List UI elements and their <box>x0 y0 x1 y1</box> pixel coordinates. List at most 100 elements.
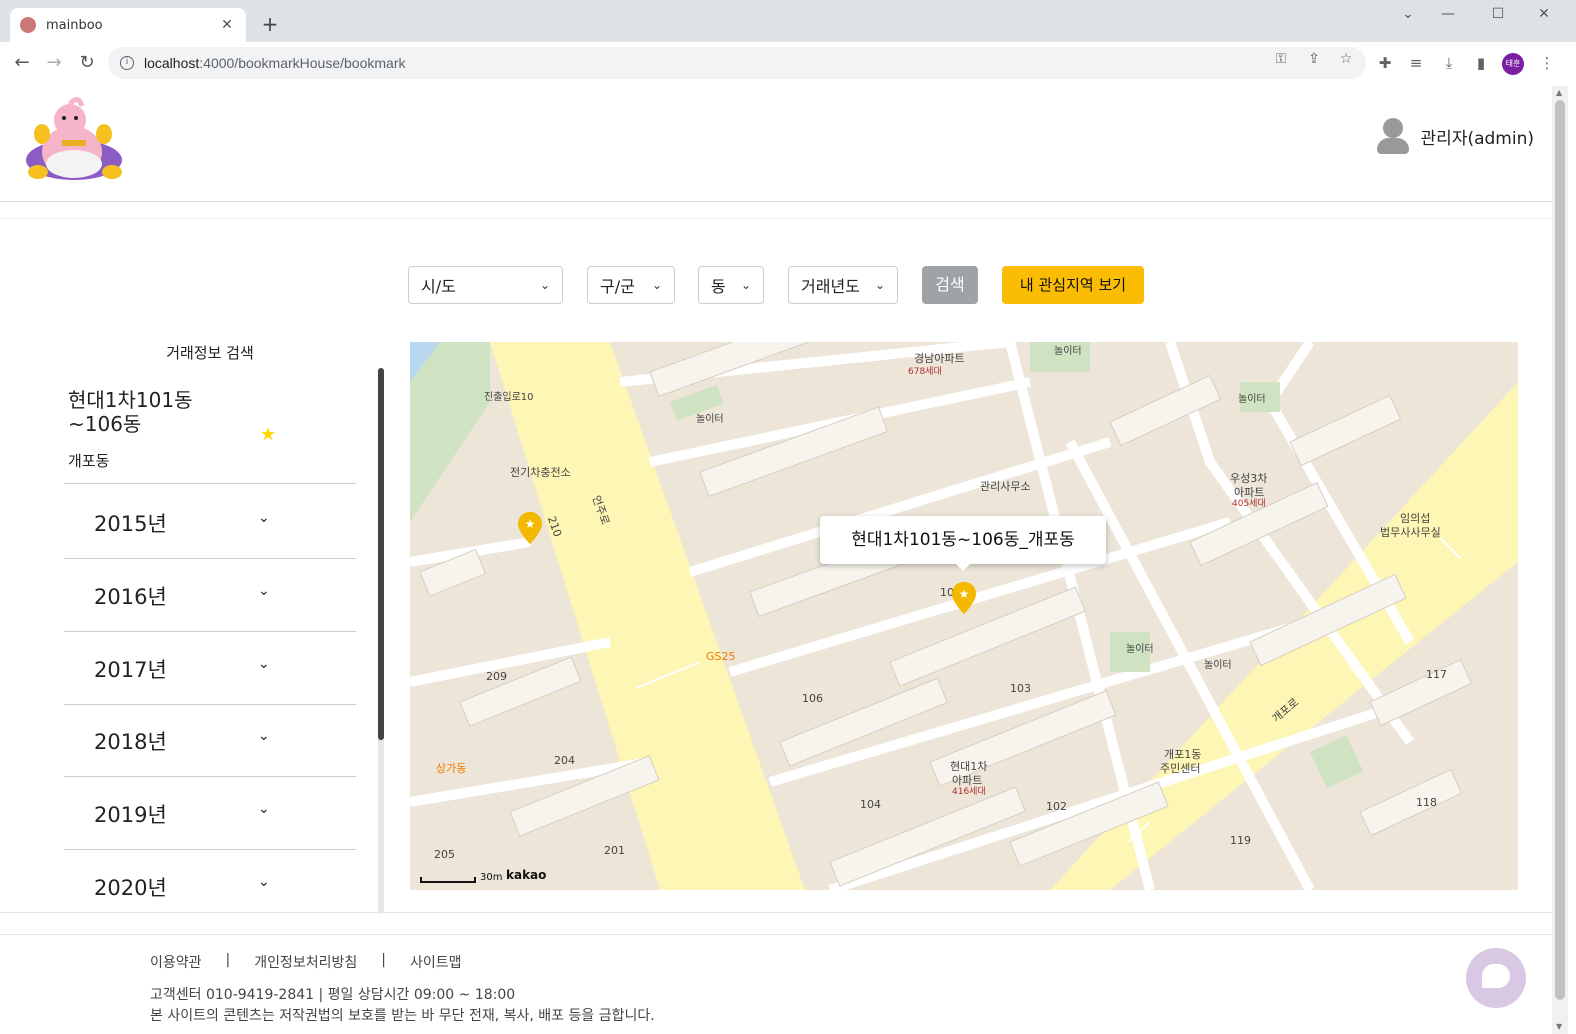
map-scale: 30m <box>420 872 502 883</box>
address-bar[interactable]: i localhost :4000/bookmarkHouse/bookmark <box>108 47 1366 79</box>
new-tab-button[interactable]: + <box>258 12 282 36</box>
map-label-playground: 놀이터 <box>1126 644 1154 655</box>
extensions-icon[interactable]: ✚ <box>1374 54 1396 72</box>
deal-sidebar: 거래정보 검색 현대1차101동~106동 개포동 ★ 2015년 ⌄ 2016… <box>60 338 390 914</box>
footer-link-privacy[interactable]: 개인정보처리방침 <box>254 952 357 972</box>
sido-select[interactable]: 시/도 ⌄ <box>408 266 563 304</box>
gugun-select-value: 구/군 <box>600 277 635 296</box>
map-marker-icon[interactable]: ★ <box>952 582 976 614</box>
map-view[interactable]: 경남아파트 678세대 놀이터 놀이터 놀이터 놀이터 놀이터 진출입로10 전… <box>410 342 1518 890</box>
map-label-law-office: 법무사사무실 <box>1380 526 1441 539</box>
year-label: 2019년 <box>94 803 167 827</box>
menu-icon[interactable]: ⋮ <box>1536 54 1558 72</box>
year-row[interactable]: 2019년 ⌄ <box>64 777 356 850</box>
close-window-button[interactable]: ✕ <box>1532 6 1556 22</box>
footer-separator: | <box>225 952 231 968</box>
user-menu[interactable]: 관리자(admin) <box>1375 116 1534 156</box>
map-label-b106: 106 <box>802 692 823 705</box>
divider <box>0 218 1552 219</box>
map-label-b118: 118 <box>1416 796 1437 809</box>
chevron-down-icon: ⌄ <box>258 583 270 599</box>
map-label-hyundai-units: 416세대 <box>952 787 986 797</box>
side-panel-icon[interactable]: ▮ <box>1470 54 1492 72</box>
apartment-dong: 개포동 <box>68 452 110 470</box>
chevron-down-icon: ⌄ <box>258 656 270 672</box>
minimize-button[interactable]: — <box>1436 6 1460 22</box>
year-row[interactable]: 2015년 ⌄ <box>64 486 356 559</box>
map-label-jinchul: 진출입로10 <box>484 392 534 403</box>
browser-tab[interactable]: mainboo ✕ <box>10 8 246 42</box>
map-label-woosung-units: 405세대 <box>1232 499 1266 509</box>
year-row[interactable]: 2016년 ⌄ <box>64 559 356 632</box>
year-label: 2016년 <box>94 585 167 609</box>
year-label: 2015년 <box>94 512 167 536</box>
footer-link-terms[interactable]: 이용약관 <box>150 952 202 972</box>
site-header: 관리자(admin) <box>0 86 1552 202</box>
year-row[interactable]: 2018년 ⌄ <box>64 704 356 777</box>
map-label-playground: 놀이터 <box>1238 394 1266 405</box>
maximize-button[interactable]: ☐ <box>1486 6 1510 22</box>
map-label-ev-charge: 전기차충전소 <box>510 466 571 479</box>
year-row[interactable]: 2017년 ⌄ <box>64 632 356 705</box>
bookmark-star-icon[interactable]: ☆ <box>1336 51 1356 67</box>
search-button[interactable]: 검색 <box>922 266 978 304</box>
logo[interactable] <box>12 96 136 182</box>
chevron-down-icon: ⌄ <box>539 278 550 292</box>
map-base <box>410 342 1518 890</box>
chevron-down-icon: ⌄ <box>258 874 270 890</box>
my-area-button[interactable]: 내 관심지역 보기 <box>1002 266 1144 304</box>
bookmark-star-icon[interactable]: ★ <box>260 424 276 445</box>
tab-search-icon[interactable]: ⌄ <box>1396 6 1420 22</box>
url-path: :4000/bookmarkHouse/bookmark <box>199 55 406 71</box>
close-tab-icon[interactable]: ✕ <box>218 17 236 33</box>
tab-title: mainboo <box>46 17 103 33</box>
map-label-b209: 209 <box>486 670 507 683</box>
year-label: 2020년 <box>94 876 167 900</box>
year-label: 2018년 <box>94 730 167 754</box>
footer-contact: 고객센터 010-9419-2841 | 평일 상담시간 09:00 ~ 18:… <box>150 987 516 1003</box>
download-icon[interactable]: ⤓ <box>1438 54 1460 72</box>
dong-select-value: 동 <box>711 277 726 296</box>
map-label-shop: 상가동 <box>436 762 467 775</box>
user-icon <box>1375 116 1411 156</box>
reload-icon[interactable]: ↻ <box>75 52 99 73</box>
divider <box>0 912 1552 913</box>
chat-button[interactable] <box>1466 948 1526 1008</box>
map-label-center2: 주민센터 <box>1160 762 1201 775</box>
dong-select[interactable]: 동 ⌄ <box>698 266 764 304</box>
map-label-b103: 103 <box>1010 682 1031 695</box>
key-icon[interactable]: ⚿ <box>1271 51 1291 67</box>
chevron-down-icon: ⌄ <box>258 801 270 817</box>
footer-link-sitemap[interactable]: 사이트맵 <box>410 952 462 972</box>
user-name: 관리자(admin) <box>1420 128 1534 149</box>
map-label-b119: 119 <box>1230 834 1251 847</box>
gugun-select[interactable]: 구/군 ⌄ <box>587 266 675 304</box>
divider <box>0 934 1552 935</box>
year-select-value: 거래년도 <box>801 277 860 296</box>
back-icon[interactable]: ← <box>10 52 34 73</box>
sido-select-value: 시/도 <box>421 277 456 296</box>
apartment-card[interactable]: 현대1차101동~106동 개포동 ★ <box>64 384 356 484</box>
map-label-b201: 201 <box>604 844 625 857</box>
share-icon[interactable]: ⇪ <box>1304 51 1324 67</box>
favicon-icon <box>20 17 36 33</box>
chevron-down-icon: ⌄ <box>258 728 270 744</box>
map-scale-label: 30m <box>480 872 503 883</box>
map-marker-icon[interactable]: ★ <box>518 512 542 544</box>
map-label-playground: 놀이터 <box>696 414 724 425</box>
map-label-mgmt-office: 관리사무소 <box>980 480 1031 493</box>
page: 관리자(admin) 시/도 ⌄ 구/군 ⌄ 동 ⌄ 거래년도 ⌄ 검색 내 관… <box>0 86 1552 1034</box>
forward-icon[interactable]: → <box>42 52 66 73</box>
profile-avatar[interactable]: 태훈 <box>1502 53 1524 75</box>
browser-toolbar: ← → ↻ i localhost :4000/bookmarkHouse/bo… <box>0 42 1576 86</box>
year-select[interactable]: 거래년도 ⌄ <box>788 266 898 304</box>
sidebar-scrollbar[interactable] <box>378 368 384 914</box>
chevron-down-icon: ⌄ <box>651 278 662 292</box>
map-label-b204: 204 <box>554 754 575 767</box>
map-label-playground: 놀이터 <box>1204 660 1232 671</box>
page-scrollbar[interactable]: ▲ ▼ <box>1552 86 1568 1034</box>
map-label-b117: 117 <box>1426 668 1447 681</box>
tab-strip: mainboo ✕ + ⌄ — ☐ ✕ <box>0 0 1576 42</box>
site-info-icon[interactable]: i <box>120 56 134 70</box>
media-icon[interactable]: ≡ <box>1405 54 1427 72</box>
